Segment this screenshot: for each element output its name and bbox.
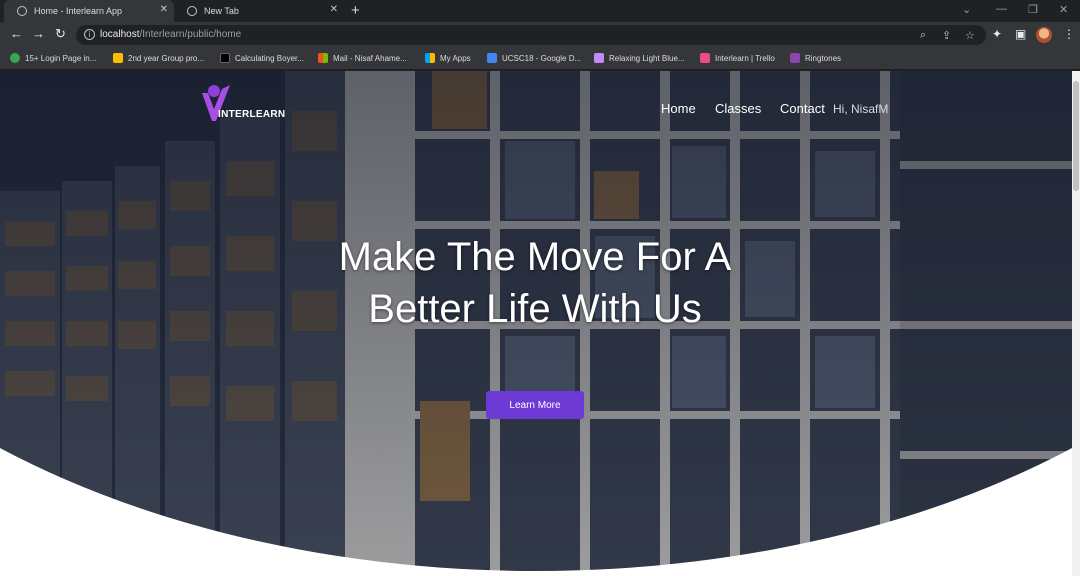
google-drive-icon [113, 53, 123, 63]
bookmark-star-icon[interactable]: ☆ [965, 29, 975, 42]
extensions-icon[interactable]: ✦ [992, 28, 1002, 40]
tab-title: New Tab [204, 6, 239, 16]
forward-icon[interactable]: → [32, 27, 45, 41]
medium-icon [220, 53, 230, 63]
page-scrollbar[interactable] [1072, 71, 1080, 576]
ringtone-icon [790, 53, 800, 63]
google-drive-icon [487, 53, 497, 63]
close-icon[interactable]: ✕ [160, 5, 168, 15]
reload-icon[interactable]: ↻ [55, 27, 66, 41]
site-info-icon[interactable]: i [84, 29, 95, 40]
globe-icon [17, 6, 27, 16]
bookmark-item[interactable]: Calculating Boyer... [220, 53, 304, 63]
close-icon[interactable]: ✕ [330, 5, 338, 15]
tab-new[interactable]: New Tab ✕ [174, 0, 344, 22]
maximize-icon[interactable]: ❐ [1028, 3, 1038, 16]
hero-section: INTERLEARN Home Classes Contact Hi, Nisa… [0, 71, 1072, 576]
microsoft-icon [318, 53, 328, 63]
url-path: /Interlearn/public/home [139, 29, 242, 40]
bookmark-item[interactable]: Mail - Nisaf Ahame... [318, 53, 407, 63]
page-viewport: INTERLEARN Home Classes Contact Hi, Nisa… [0, 71, 1072, 576]
chrome-icon [187, 6, 197, 16]
hero-headline-line-2: Better Life With Us [368, 287, 702, 331]
list-icon [594, 53, 604, 63]
hero-headline-line-1: Make The Move For A [338, 235, 732, 279]
bookmark-item[interactable]: Relaxing Light Blue... [594, 53, 685, 63]
menu-icon[interactable]: ⋮ [1063, 28, 1075, 40]
tab-home[interactable]: Home - Interlearn App ✕ [4, 0, 174, 22]
bookmark-item[interactable]: My Apps [425, 53, 471, 63]
browser-toolbar: ← → ↻ i localhost/Interlearn/public/home… [0, 22, 1080, 48]
share-icon[interactable]: ⇪ [942, 29, 951, 42]
scrollbar-thumb[interactable] [1073, 81, 1079, 191]
minimize-icon[interactable]: — [996, 3, 1007, 15]
back-icon[interactable]: ← [10, 27, 23, 41]
nav-classes-link[interactable]: Classes [715, 101, 761, 116]
url-host: localhost [100, 29, 140, 40]
window-close-icon[interactable]: ✕ [1059, 3, 1068, 16]
tab-title: Home - Interlearn App [34, 6, 123, 16]
nav-home-link[interactable]: Home [661, 101, 696, 116]
address-bar[interactable]: i localhost/Interlearn/public/home ⌕ ⇪ ☆ [76, 25, 986, 45]
profile-avatar[interactable] [1036, 27, 1052, 43]
side-panel-icon[interactable]: ▣ [1015, 28, 1026, 40]
tab-strip: Home - Interlearn App ✕ New Tab ✕ + ⌄ — … [0, 0, 1080, 22]
url-text[interactable]: localhost/Interlearn/public/home [100, 29, 241, 40]
hero-headline: Make The Move For A Better Life With Us [300, 231, 770, 335]
bookmark-favicon-icon [10, 53, 20, 63]
new-tab-button[interactable]: + [351, 2, 360, 19]
learn-more-button[interactable]: Learn More [486, 391, 584, 419]
microsoft-icon [425, 53, 435, 63]
bookmark-item[interactable]: 15+ Login Page in... [10, 53, 96, 63]
bookmark-item[interactable]: Interlearn | Trello [700, 53, 775, 63]
user-greeting[interactable]: Hi, NisafM [833, 102, 888, 116]
zoom-icon[interactable]: ⌕ [920, 29, 926, 42]
bookmark-item[interactable]: UCSC18 - Google D... [487, 53, 581, 63]
tab-search-icon[interactable]: ⌄ [962, 3, 971, 16]
nav-contact-link[interactable]: Contact [780, 101, 825, 116]
bookmark-item[interactable]: 2nd year Group pro... [113, 53, 204, 63]
bookmarks-bar: 15+ Login Page in... 2nd year Group pro.… [0, 48, 1080, 70]
logo-text[interactable]: INTERLEARN [218, 109, 285, 120]
bookmark-item[interactable]: Ringtones [790, 53, 841, 63]
trello-icon [700, 53, 710, 63]
